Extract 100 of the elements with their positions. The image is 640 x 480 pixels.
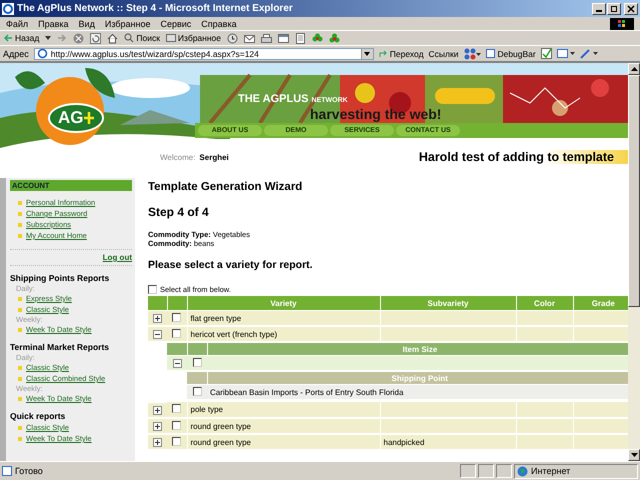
bullet-icon — [18, 328, 22, 332]
flower-icon[interactable] — [312, 32, 323, 44]
table-cell — [516, 310, 573, 326]
dropdown-icon — [364, 52, 370, 56]
down-arrow-icon — [630, 453, 638, 457]
stop-icon[interactable] — [73, 32, 84, 44]
collapse-icon[interactable] — [153, 330, 162, 339]
bullet-icon — [18, 366, 22, 370]
back-button[interactable]: Назад — [4, 33, 40, 43]
bullet-icon — [18, 212, 22, 216]
scroll-thumb[interactable] — [628, 75, 640, 307]
expand-icon[interactable] — [153, 314, 162, 323]
table-cell — [573, 434, 628, 450]
menu-item[interactable]: Файл — [6, 18, 28, 28]
collapse-icon[interactable] — [172, 358, 182, 368]
window-icon[interactable] — [278, 32, 289, 44]
globe-icon — [517, 466, 528, 476]
table-cell: flat green type — [187, 310, 380, 326]
page-title: Template Generation Wizard — [148, 181, 304, 193]
menu-item[interactable]: Вид — [78, 18, 95, 28]
home-icon[interactable] — [107, 32, 118, 44]
address-label: Адрес — [3, 48, 29, 58]
prompt: Please select a variety for report. — [148, 259, 314, 271]
menu-item[interactable]: Правка — [38, 18, 69, 28]
refresh-icon[interactable] — [90, 32, 102, 44]
go-button[interactable]: Переход — [378, 48, 424, 58]
address-field[interactable]: http://www.agplus.us/test/wizard/sp/cstep4.aspx?s=124 — [34, 48, 374, 60]
print-icon[interactable] — [261, 32, 272, 44]
bullet-icon — [18, 396, 22, 400]
expand-icon[interactable] — [153, 438, 162, 447]
checkbox[interactable] — [192, 386, 202, 396]
section-title: Terminal Market Reports — [10, 342, 110, 352]
search-button[interactable]: Поиск — [124, 33, 160, 43]
column-header: Variety — [187, 296, 380, 310]
favorites-button[interactable]: Избранное — [166, 33, 221, 43]
window-title: The AgPlus Network :: Step 4 - Microsoft Internet Explorer — [17, 3, 294, 14]
debugbar-button[interactable]: DebugBar — [486, 48, 536, 58]
bullet-icon — [18, 200, 22, 204]
column-header: Shipping Point — [207, 372, 628, 384]
up-arrow-icon — [630, 67, 638, 71]
checkbox[interactable] — [172, 312, 182, 322]
table-cell: round green type — [187, 418, 380, 434]
bullet-icon — [18, 426, 22, 430]
menu-item[interactable]: Сервис — [160, 18, 192, 28]
bullet-icon — [18, 376, 22, 380]
browser-icon — [2, 2, 14, 14]
step-title: Step 4 of 4 — [148, 205, 210, 219]
bullet-icon — [18, 308, 22, 312]
welcome-label: Welcome: — [160, 152, 196, 162]
history-icon[interactable] — [227, 32, 238, 44]
status-panel — [496, 464, 512, 478]
status-panel — [460, 464, 476, 478]
checkmark-icon[interactable] — [540, 48, 552, 59]
checkbox[interactable] — [148, 285, 157, 294]
table-cell — [573, 402, 628, 418]
expand-icon[interactable] — [153, 422, 162, 431]
dropdown-button[interactable] — [360, 48, 373, 58]
checkbox[interactable] — [172, 436, 182, 446]
status-panel — [478, 464, 494, 478]
maximize-button[interactable] — [607, 2, 621, 14]
column-header: Color — [516, 296, 573, 310]
minimize-button[interactable] — [592, 2, 606, 14]
checkbox[interactable] — [192, 358, 202, 366]
menu-item[interactable]: Избранное — [104, 18, 150, 28]
table-cell — [573, 418, 628, 434]
pen-icon[interactable] — [580, 48, 598, 59]
checkbox[interactable] — [172, 404, 182, 413]
status-text: Готово — [2, 466, 458, 476]
close-button[interactable] — [624, 2, 638, 14]
table-cell: handpicked — [380, 434, 516, 450]
links-button[interactable]: Ссылки — [428, 48, 458, 58]
table-cell — [516, 434, 573, 450]
menu-item[interactable]: Справка — [201, 18, 237, 28]
column-header: Grade — [573, 296, 628, 310]
scroll-down-button[interactable] — [628, 449, 640, 461]
search-icon — [124, 33, 134, 43]
table-cell: pole type — [187, 402, 380, 418]
dots-icon[interactable] — [463, 48, 482, 60]
checkbox[interactable] — [172, 420, 182, 430]
maximize-icon — [610, 4, 618, 12]
close-icon — [627, 4, 635, 12]
scroll-up-button[interactable] — [628, 63, 640, 75]
security-zone: Интернет — [514, 464, 638, 478]
section-title: Quick reports — [10, 411, 66, 421]
scrollbar[interactable] — [628, 63, 640, 461]
table-cell — [573, 310, 628, 326]
logout-link[interactable]: Log out — [102, 253, 132, 262]
table-cell — [516, 418, 573, 434]
dropdown-icon[interactable] — [45, 35, 52, 41]
column-header: Subvariety — [380, 296, 516, 310]
expand-icon[interactable] — [153, 406, 162, 415]
table-cell: hericot vert (french type) — [187, 326, 380, 342]
bullet-icon — [18, 222, 22, 226]
checkbox[interactable] — [172, 328, 182, 338]
back-arrow-icon — [4, 34, 13, 42]
document-icon[interactable] — [295, 32, 306, 44]
table-cell — [516, 326, 573, 342]
flower-icon[interactable] — [329, 32, 340, 44]
bullet-icon — [18, 436, 22, 440]
section-title: Shipping Points Reports — [10, 273, 110, 283]
